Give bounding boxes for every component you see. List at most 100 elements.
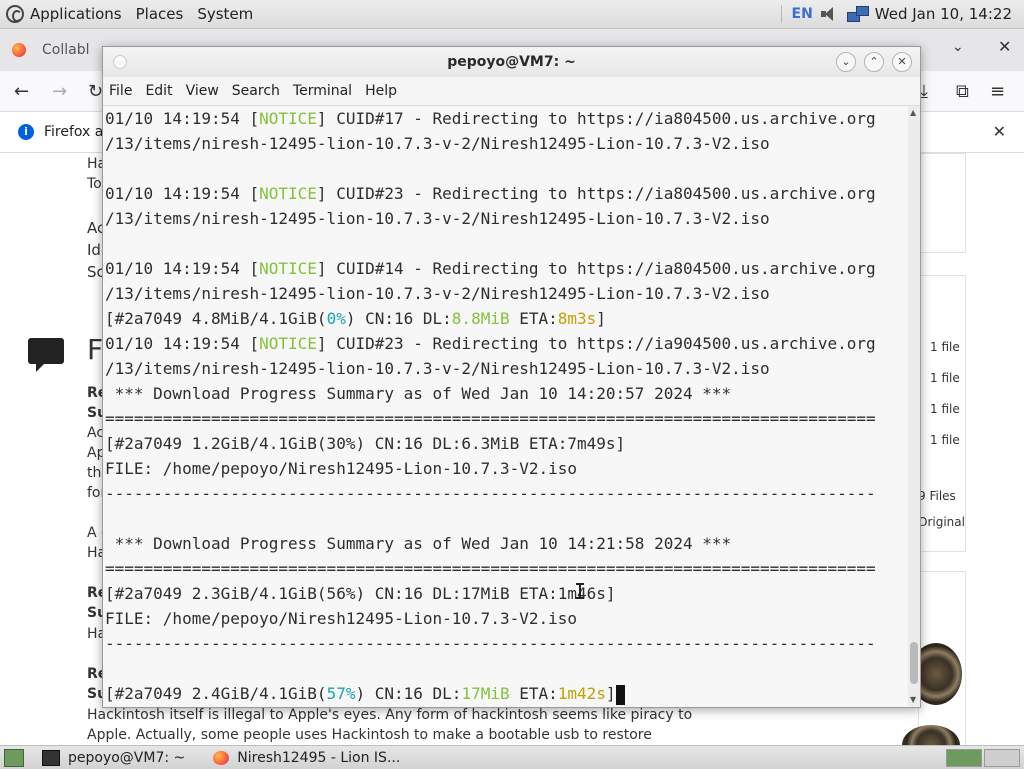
progress-text: ] [605, 684, 616, 703]
menu-terminal[interactable]: Terminal [293, 83, 352, 99]
downloads-icon[interactable]: ⤓ [920, 81, 928, 102]
extensions-icon[interactable]: ⧉ [956, 81, 969, 102]
log-message: ] CUID#14 - Redirecting to https://ia804… [316, 259, 876, 278]
log-message: ] CUID#17 - Redirecting to https://ia804… [316, 109, 876, 128]
terminal-line: 01/10 14:19:54 [NOTICE] CUID#23 - Redire… [105, 181, 907, 206]
progress-text: ) CN:16 DL: [355, 684, 462, 703]
files-total[interactable]: 9 Files [918, 489, 956, 503]
terminal-window[interactable]: pepoyo@VM7: ~ ⌄ ⌃ ✕ File Edit View Searc… [102, 46, 921, 708]
menu-applications[interactable]: Applications [30, 5, 122, 23]
notice-tag: NOTICE [259, 259, 317, 278]
log-text: /13/items/niresh-12495-lion-10.7.3-v-2/N… [105, 284, 770, 303]
menu-view[interactable]: View [186, 83, 219, 99]
terminal-line: [#2a7049 2.4GiB/4.1GiB(57%) CN:16 DL:17M… [105, 681, 907, 706]
panel-clock[interactable]: Wed Jan 10, 14:22 [875, 5, 1012, 23]
hamburger-menu-icon[interactable]: ≡ [990, 81, 1005, 102]
log-prefix: 01/10 14:19:54 [ [105, 334, 260, 353]
terminal-line: [#2a7049 2.3GiB/4.1GiB(56%) CN:16 DL:17M… [105, 581, 907, 606]
eta-value: 8m3s [557, 309, 597, 328]
menu-file[interactable]: File [109, 83, 132, 99]
taskbar-item-terminal[interactable]: pepoyo@VM7: ~ [32, 747, 195, 768]
download-rate: 17MiB [461, 684, 510, 703]
terminal-line: /13/items/niresh-12495-lion-10.7.3-v-2/N… [105, 131, 907, 156]
terminal-line: 01/10 14:19:54 [NOTICE] CUID#14 - Redire… [105, 256, 907, 281]
text-cursor-icon [576, 583, 584, 599]
tab-list-chevron-icon[interactable]: ⌄ [952, 39, 964, 55]
log-message: ] CUID#23 - Redirecting to https://ia804… [316, 184, 876, 203]
close-icon[interactable]: ✕ [892, 52, 912, 72]
notification-close-icon[interactable]: ✕ [993, 122, 1006, 141]
page-text-fragment: To [87, 176, 102, 192]
menu-search[interactable]: Search [232, 83, 280, 99]
maximize-icon[interactable]: ⌃ [864, 52, 884, 72]
terminal-line: *** Download Progress Summary as of Wed … [105, 531, 907, 556]
terminal-output[interactable]: 01/10 14:19:54 [NOTICE] CUID#17 - Redire… [103, 106, 907, 706]
volume-icon[interactable] [820, 7, 839, 21]
file-count[interactable]: 1 file [930, 402, 960, 416]
original-link[interactable]: Original [918, 515, 965, 529]
download-rate: 8.8MiB [451, 309, 510, 328]
panel-separator [780, 5, 782, 23]
terminal-line: ----------------------------------------… [105, 481, 907, 506]
log-text: [#2a7049 1.2GiB/4.1GiB(30%) CN:16 DL:6.3… [105, 434, 626, 453]
file-count[interactable]: 1 file [930, 433, 960, 447]
back-arrow-icon[interactable]: ← [14, 81, 29, 102]
progress-text: ) CN:16 DL: [345, 309, 452, 328]
forward-arrow-icon[interactable]: → [52, 81, 67, 102]
log-text: FILE: /home/pepoyo/Niresh12495-Lion-10.7… [105, 609, 578, 628]
log-prefix: 01/10 14:19:54 [ [105, 109, 260, 128]
terminal-scrollbar[interactable]: ▲ ▼ [908, 106, 920, 706]
keyboard-layout-indicator[interactable]: EN [792, 6, 813, 22]
scroll-down-icon[interactable]: ▼ [910, 695, 916, 704]
terminal-icon [42, 749, 60, 766]
log-text: ----------------------------------------… [105, 634, 876, 653]
reload-icon[interactable]: ↻ [88, 81, 103, 102]
top-panel: Applications Places System EN Wed Jan 10… [0, 0, 1024, 29]
window-close-icon[interactable]: ✕ [998, 37, 1011, 56]
sidebar-box [918, 153, 966, 253]
terminal-cursor [615, 684, 625, 705]
taskbar-item-firefox[interactable]: Niresh12495 - Lion IS... [203, 747, 410, 768]
distro-logo-icon[interactable] [6, 5, 24, 23]
page-paragraph-line: Apple. Actually, some people uses Hackin… [87, 727, 652, 743]
progress-text: ETA: [509, 309, 558, 328]
log-prefix: 01/10 14:19:54 [ [105, 184, 260, 203]
taskbar-label: Niresh12495 - Lion IS... [237, 749, 401, 766]
minimize-icon[interactable]: ⌄ [836, 52, 856, 72]
notice-tag: NOTICE [259, 109, 317, 128]
firefox-icon[interactable] [12, 43, 26, 57]
workspace-switcher[interactable] [944, 749, 1020, 767]
menu-system[interactable]: System [197, 5, 253, 23]
firefox-tab[interactable]: Collabl [42, 35, 89, 65]
firefox-icon [213, 750, 230, 765]
terminal-line: /13/items/niresh-12495-lion-10.7.3-v-2/N… [105, 281, 907, 306]
terminal-line: FILE: /home/pepoyo/Niresh12495-Lion-10.7… [105, 606, 907, 631]
file-count[interactable]: 1 file [930, 371, 960, 385]
menu-places[interactable]: Places [136, 5, 184, 23]
network-icon[interactable] [846, 6, 869, 22]
taskbar-label: pepoyo@VM7: ~ [68, 749, 186, 766]
menu-help[interactable]: Help [365, 83, 397, 99]
log-text: *** Download Progress Summary as of Wed … [105, 534, 732, 553]
terminal-title: pepoyo@VM7: ~ [447, 54, 576, 70]
terminal-line: ========================================… [105, 556, 907, 581]
firefox-tab-label: Collabl [42, 42, 90, 58]
terminal-menubar: File Edit View Search Terminal Help [103, 77, 920, 106]
eta-value: 1m42s [557, 684, 606, 703]
log-text: ----------------------------------------… [105, 484, 876, 503]
terminal-titlebar[interactable]: pepoyo@VM7: ~ ⌄ ⌃ ✕ [103, 47, 920, 77]
page-paragraph-line: Hackintosh itself is illegal to Apple's … [87, 707, 693, 723]
scroll-up-icon[interactable]: ▲ [910, 108, 916, 117]
notice-tag: NOTICE [259, 334, 317, 353]
show-desktop-icon[interactable] [4, 748, 24, 767]
scrollbar-thumb[interactable] [910, 642, 918, 684]
log-text: ========================================… [105, 559, 876, 578]
menu-edit[interactable]: Edit [145, 83, 172, 99]
file-count[interactable]: 1 file [930, 340, 960, 354]
terminal-line: 01/10 14:19:54 [NOTICE] CUID#23 - Redire… [105, 331, 907, 356]
info-icon: i [18, 124, 34, 140]
log-text: /13/items/niresh-12495-lion-10.7.3-v-2/N… [105, 134, 770, 153]
log-prefix: 01/10 14:19:54 [ [105, 259, 260, 278]
